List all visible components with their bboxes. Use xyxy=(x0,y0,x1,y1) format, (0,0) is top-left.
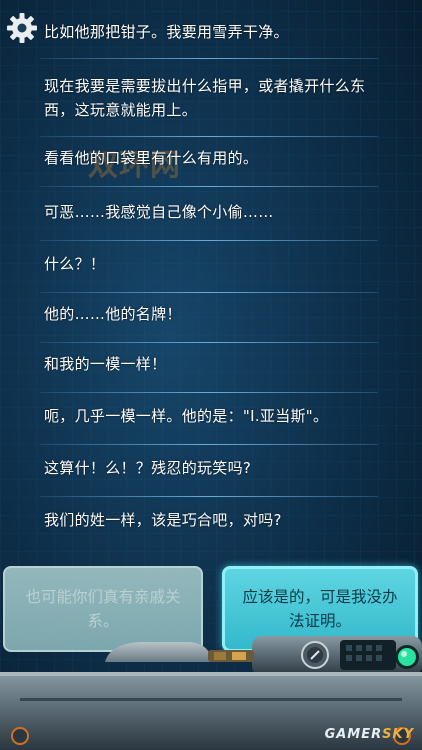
divider xyxy=(40,240,378,241)
divider xyxy=(40,186,378,187)
status-light-icon xyxy=(395,645,419,669)
dial-icon[interactable] xyxy=(300,640,330,670)
wire-detail xyxy=(208,650,254,662)
dialogue-line: 他的……他的名牌！ xyxy=(44,305,182,323)
dialogue-line: 看看他的口袋里有什么有用的。 xyxy=(44,149,259,167)
brand-watermark: GAMERSKY xyxy=(325,727,414,742)
dialogue-line: 现在我要是需要拔出什么指甲，或者撬开什么东西，这玩意就能用上。 xyxy=(44,77,366,119)
dialogue-line: 和我的一模一样！ xyxy=(44,355,167,373)
divider xyxy=(40,392,378,393)
choice-label: 应该是的，可是我没办法证明。 xyxy=(242,588,398,630)
dialogue-line: 可恶……我感觉自己像个小偷…… xyxy=(44,203,274,221)
divider xyxy=(40,58,378,59)
divider xyxy=(40,136,378,137)
choice-label: 也可能你们真有亲戚关系。 xyxy=(25,588,181,630)
brand-part: GAMER xyxy=(324,727,383,742)
dialogue-line: 什么？！ xyxy=(44,255,106,273)
dialogue-line: 比如他那把钳子。我要用雪弄干净。 xyxy=(44,23,289,41)
divider xyxy=(40,292,378,293)
brand-part: SKY xyxy=(382,727,414,742)
dialogue-log[interactable]: 比如他那把钳子。我要用雪弄干净。 现在我要是需要拔出什么指甲，或者撬开什么东西，… xyxy=(0,0,422,560)
dialogue-line: 呃，几乎一模一样。他的是："I.亚当斯"。 xyxy=(44,407,329,425)
dialogue-line: 这算什！么！？残忍的玩笑吗? xyxy=(44,459,252,477)
divider xyxy=(40,496,378,497)
dialogue-line: 我们的姓一样，该是巧合吧，对吗? xyxy=(44,511,282,529)
divider xyxy=(40,444,378,445)
divider xyxy=(40,342,378,343)
